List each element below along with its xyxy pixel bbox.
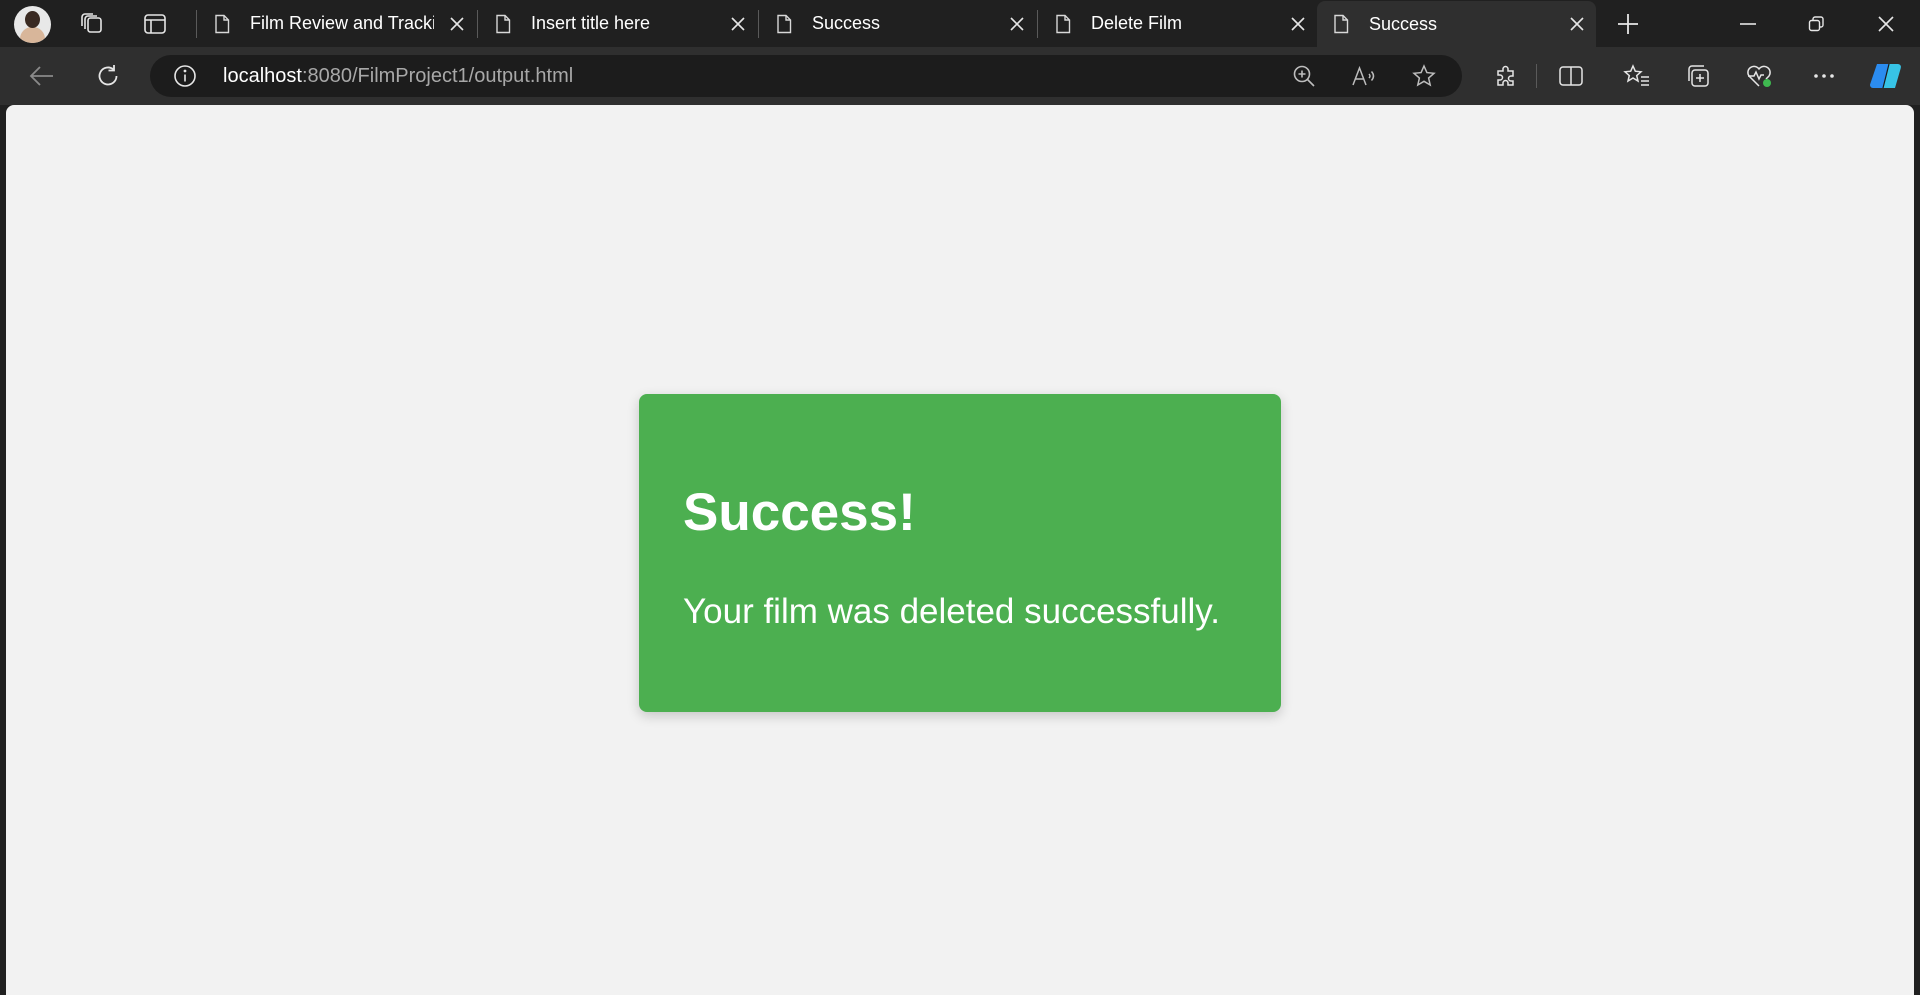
favorites-list-icon[interactable]	[1619, 59, 1655, 93]
url-host: localhost	[223, 65, 302, 87]
copilot-icon[interactable]	[1868, 59, 1904, 93]
tab-label: Success	[1369, 13, 1438, 34]
collections-icon[interactable]	[1680, 59, 1716, 93]
success-heading: Success!	[683, 483, 916, 542]
workspaces-icon[interactable]	[76, 9, 108, 39]
document-icon	[496, 14, 511, 33]
plus-icon[interactable]	[1612, 9, 1644, 39]
profile-avatar[interactable]	[14, 6, 51, 43]
restore-icon[interactable]	[1787, 0, 1845, 47]
info-icon[interactable]	[172, 63, 198, 89]
zoom-in-icon[interactable]	[1288, 61, 1320, 91]
tab-insert-title[interactable]: Insert title here	[479, 4, 757, 43]
close-tab-icon[interactable]	[727, 13, 749, 35]
tab-label: Success	[812, 13, 881, 33]
page-viewport: Success! Your film was deleted successfu…	[6, 105, 1914, 995]
close-tab-icon[interactable]	[1287, 13, 1309, 35]
puzzle-icon[interactable]	[1488, 59, 1524, 93]
document-icon	[777, 14, 792, 33]
close-icon[interactable]	[1857, 0, 1915, 47]
document-icon	[1056, 14, 1071, 33]
address-bar[interactable]: localhost:8080/FilmProject1/output.html	[150, 55, 1462, 97]
tab-strip: Film Review and Tracking Insert title he…	[0, 0, 1920, 47]
tab-label: Insert title here	[531, 13, 651, 33]
minimize-icon[interactable]	[1719, 0, 1777, 47]
tab-label: Film Review and Tracking	[250, 13, 434, 33]
tab-label: Delete Film	[1091, 13, 1183, 33]
success-message: Your film was deleted successfully.	[683, 592, 1220, 631]
tab-delete-film[interactable]: Delete Film	[1039, 4, 1317, 43]
close-tab-icon[interactable]	[1006, 13, 1028, 35]
read-aloud-icon[interactable]	[1348, 61, 1380, 91]
back-arrow-icon[interactable]	[24, 59, 60, 93]
vertical-tabs-icon[interactable]	[139, 9, 171, 39]
tab-success-active[interactable]: Success	[1317, 1, 1596, 47]
refresh-icon[interactable]	[90, 59, 126, 93]
close-tab-icon[interactable]	[1566, 13, 1588, 35]
browser-toolbar: localhost:8080/FilmProject1/output.html	[0, 47, 1920, 105]
document-icon	[215, 14, 230, 33]
url-text[interactable]: localhost:8080/FilmProject1/output.html	[223, 65, 573, 88]
star-icon[interactable]	[1408, 61, 1440, 91]
split-screen-icon[interactable]	[1553, 59, 1589, 93]
heart-pulse-icon[interactable]	[1741, 59, 1777, 93]
url-path: :8080/FilmProject1/output.html	[301, 65, 574, 87]
tab-film-review[interactable]: Film Review and Tracking	[198, 4, 476, 43]
close-tab-icon[interactable]	[446, 13, 468, 35]
tab-success-1[interactable]: Success	[760, 4, 1036, 43]
success-card: Success! Your film was deleted successfu…	[639, 394, 1281, 712]
document-icon	[1334, 14, 1349, 34]
more-dots-icon[interactable]	[1806, 59, 1842, 93]
